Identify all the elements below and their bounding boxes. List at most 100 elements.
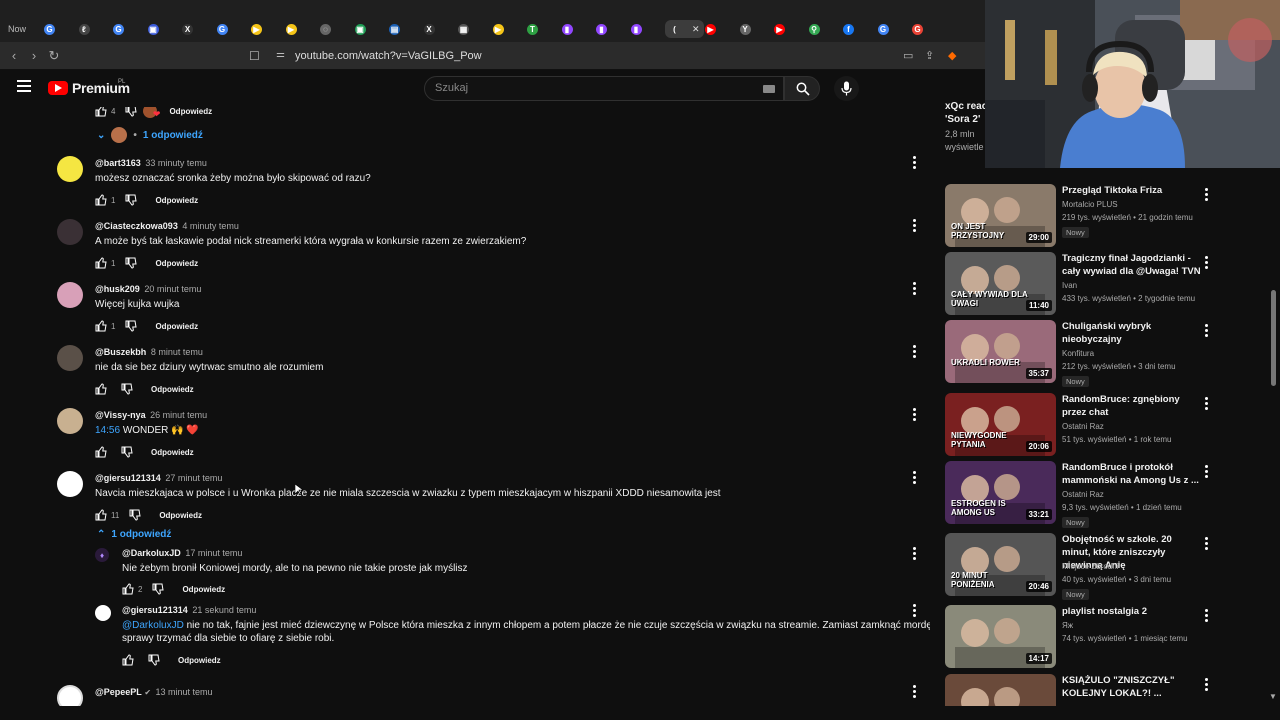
more-options-icon[interactable] [1205,397,1209,410]
video-title[interactable]: Tragiczny finał Jagodzianki - cały wywia… [1062,252,1202,278]
more-options-icon[interactable] [1205,537,1209,550]
video-thumbnail[interactable]: ON JEST PRZYSTOJNY 29:00 [945,184,1056,247]
keyboard-icon[interactable] [763,85,775,93]
avatar[interactable] [57,156,83,182]
more-options-icon[interactable] [1205,256,1209,269]
dislike-icon[interactable] [121,383,133,395]
channel-name[interactable]: Mortalcio PLUS [1062,200,1118,209]
like-icon[interactable] [95,509,107,521]
more-options-icon[interactable] [1205,678,1209,691]
channel-name[interactable]: Konfitura [1062,349,1094,358]
avatar[interactable] [57,471,83,497]
brave-shield-icon[interactable]: ◆ [948,49,956,62]
browser-tab[interactable]: ▮ [596,20,610,38]
browser-tab[interactable]: ▮ [561,20,576,38]
more-options-icon[interactable] [1205,609,1209,622]
channel-name[interactable]: Яж [1062,621,1073,630]
video-title[interactable]: KSIĄŻULO "ZNISZCZYŁ" KOLEJNY LOKAL?! ... [1062,674,1202,700]
browser-tab[interactable]: X [182,20,196,38]
voice-search-button[interactable] [834,76,859,101]
dislike-icon[interactable] [152,583,165,595]
browser-tab[interactable]: ▦ [458,20,472,38]
url-field[interactable]: youtube.com/watch?v=VaGILBG_Pow [295,50,482,62]
show-replies-button[interactable]: ⌄ • 1 odpowiedź [97,127,203,143]
youtube-logo[interactable]: Premium PL [48,79,130,96]
comment-author[interactable]: @Buszekbh [95,347,146,357]
menu-icon[interactable] [17,80,31,92]
bookmark-icon[interactable]: ☐ [249,49,260,63]
reply-author[interactable]: @giersu121314 [122,605,188,615]
more-options-icon[interactable] [1205,188,1209,201]
mention-link[interactable]: @DarkoluxJD [122,620,184,631]
search-button[interactable] [784,76,820,101]
more-options-icon[interactable] [913,408,917,421]
comment-author[interactable]: @Vissy-nya [95,410,146,420]
avatar[interactable] [57,408,83,434]
comment-author[interactable]: @giersu121314 [95,473,161,483]
dislike-icon[interactable] [125,257,138,269]
reply-button[interactable]: Odpowiedz [155,196,198,205]
browser-tab[interactable]: G [44,20,58,38]
reply-button[interactable]: Odpowiedz [155,259,198,268]
dislike-icon[interactable] [125,194,138,206]
video-title[interactable]: RandomBruce i protokół mammoński na Amon… [1062,461,1202,487]
more-options-icon[interactable] [913,547,917,560]
browser-tab[interactable]: ▣ [147,20,162,38]
scrollbar-thumb[interactable] [1271,290,1276,386]
recommended-video[interactable]: 14:17 playlist nostalgia 2 Яж 74 tys. wyświ… [942,605,1217,669]
site-info-icon[interactable]: ⚌ [276,49,285,60]
browser-tab[interactable]: ▮ [630,20,645,38]
more-options-icon[interactable] [1205,324,1209,337]
browser-tab[interactable]: G [877,20,892,38]
comment-author[interactable]: @Ciasteczkowa093 [95,221,178,231]
comment-time[interactable]: 33 minuty temu [145,158,207,168]
dislike-icon[interactable] [125,107,138,117]
reply-button[interactable]: Odpowiedz [169,107,212,116]
recommended-video[interactable]: ON JEST PRZYSTOJNY 29:00 Przegląd Tiktoka … [942,184,1217,248]
browser-tab[interactable]: ℓ [78,20,93,38]
browser-tab[interactable]: f [843,20,857,38]
more-options-icon[interactable] [1205,465,1209,478]
reply-button[interactable]: Odpowiedz [151,448,194,457]
video-title[interactable]: RandomBruce: zgnębiony przez chat [1062,393,1202,419]
browser-tab[interactable]: ▤ [389,20,403,38]
browser-tab[interactable]: ▶ [774,20,788,38]
browser-tab[interactable]: T [527,20,541,38]
recommended-video[interactable]: ESTROGEN IS AMONG US 33:21 RandomBruce i p… [942,461,1217,528]
reload-icon[interactable]: ↻ [46,48,62,64]
close-tab-icon[interactable]: ✕ [692,24,700,35]
avatar[interactable] [57,219,83,245]
video-thumbnail[interactable]: 20 MINUT PONIŻENIA 20:46 [945,533,1056,596]
reply-time[interactable]: 17 minut temu [185,548,242,558]
like-icon[interactable] [95,383,107,395]
browser-tab[interactable]: ▶ [492,20,507,38]
channel-name[interactable]: Ivan [1062,281,1077,290]
browser-tab[interactable]: ▣ [354,20,369,38]
browser-tab[interactable]: G [912,20,926,38]
share-icon[interactable]: ⇪ [925,49,934,62]
channel-name[interactable]: Ostatni Raz [1062,490,1104,499]
reply-button[interactable]: Odpowiedz [182,585,225,594]
like-icon[interactable] [95,320,107,332]
search-input[interactable] [435,82,755,94]
comment-author[interactable]: @PepeePL [95,687,142,697]
back-icon[interactable]: ‹ [6,48,22,64]
more-options-icon[interactable] [913,345,917,358]
more-options-icon[interactable] [913,685,917,698]
video-thumbnail[interactable]: NIEWYGODNE PYTANIA 20:06 [945,393,1056,456]
browser-tab[interactable]: G [113,20,127,38]
like-icon[interactable] [95,194,107,206]
comment-time[interactable]: 8 minut temu [151,347,203,357]
avatar[interactable]: ♦ [95,548,109,562]
dislike-icon[interactable] [125,320,138,332]
browser-tab[interactable]: ▶ [251,20,265,38]
reply-button[interactable]: Odpowiedz [155,322,198,331]
comment-author[interactable]: @husk209 [95,284,140,294]
comment-time[interactable]: 13 minut temu [156,687,213,697]
like-icon[interactable] [95,446,107,458]
more-options-icon[interactable] [913,604,917,617]
forward-icon[interactable]: › [26,48,42,64]
browser-tab[interactable]: (✕ [665,20,704,38]
browser-tab[interactable]: ◌ [320,20,334,38]
like-icon[interactable] [95,257,107,269]
